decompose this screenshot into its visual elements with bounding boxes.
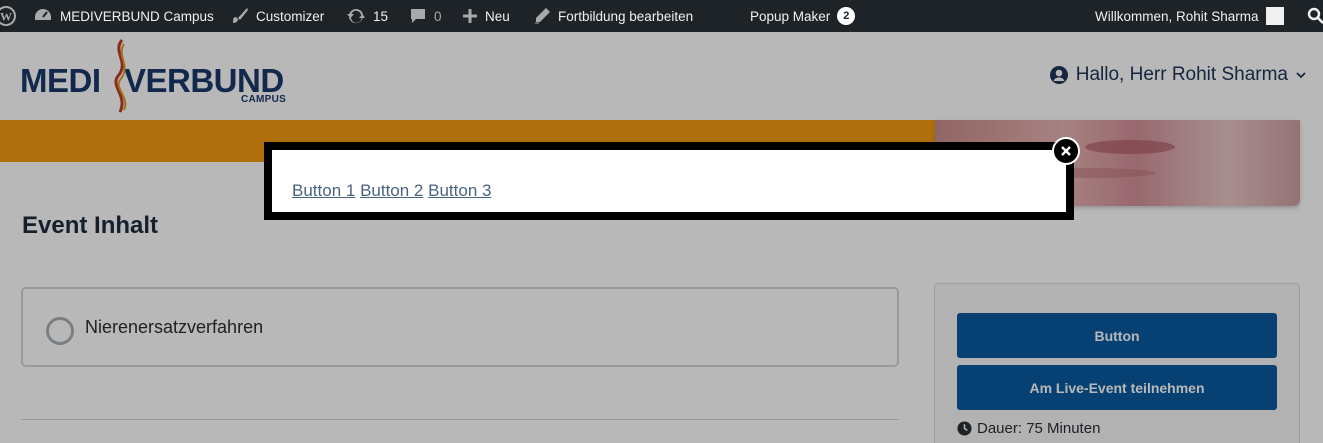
updates-link[interactable]: 15 <box>346 0 388 32</box>
my-account-menu[interactable]: Willkommen, Rohit Sharma <box>1095 0 1284 32</box>
updates-icon <box>347 8 365 24</box>
avatar <box>1265 7 1284 25</box>
comment-icon <box>411 9 425 23</box>
popup-overlay[interactable] <box>0 32 1323 443</box>
comments-count: 0 <box>434 8 442 24</box>
brush-icon <box>233 8 248 23</box>
comments-link[interactable]: 0 <box>409 0 442 32</box>
dashboard-icon <box>35 9 51 20</box>
close-icon[interactable] <box>1052 137 1080 165</box>
popup-maker-badge: 2 <box>837 7 856 25</box>
popup-container: Button 1 Button 2 Button 3 <box>264 142 1074 220</box>
search-icon[interactable] <box>1307 0 1323 32</box>
popup-link-button-1[interactable]: Button 1 <box>292 181 355 200</box>
new-content-menu[interactable]: Neu <box>462 0 510 32</box>
popup-link-button-2[interactable]: Button 2 <box>360 181 423 200</box>
popup-content: Button 1 Button 2 Button 3 <box>272 150 1066 212</box>
welcome-label: Willkommen, Rohit Sharma <box>1095 8 1259 24</box>
pencil-icon <box>535 8 550 24</box>
edit-label: Fortbildung bearbeiten <box>558 8 694 24</box>
wordpress-logo-icon[interactable]: W <box>0 0 16 32</box>
svg-text:W: W <box>0 10 12 24</box>
customizer-label: Customizer <box>256 8 325 24</box>
popup-maker-menu[interactable]: Popup Maker 2 <box>750 0 856 32</box>
site-name-menu[interactable]: MEDIVERBUND Campus <box>33 0 214 32</box>
edit-link[interactable]: Fortbildung bearbeiten <box>533 0 693 32</box>
site-name-label: MEDIVERBUND Campus <box>60 8 214 24</box>
plus-icon <box>463 9 477 23</box>
new-label: Neu <box>485 8 510 24</box>
updates-count: 15 <box>373 8 389 24</box>
popup-maker-label: Popup Maker <box>750 8 831 24</box>
popup-links: Button 1 Button 2 Button 3 <box>292 181 491 201</box>
admin-bar: W MEDIVERBUND Campus Customizer 15 0 Neu… <box>0 0 1323 32</box>
popup-link-button-3[interactable]: Button 3 <box>428 181 491 200</box>
customizer-link[interactable]: Customizer <box>231 0 324 32</box>
